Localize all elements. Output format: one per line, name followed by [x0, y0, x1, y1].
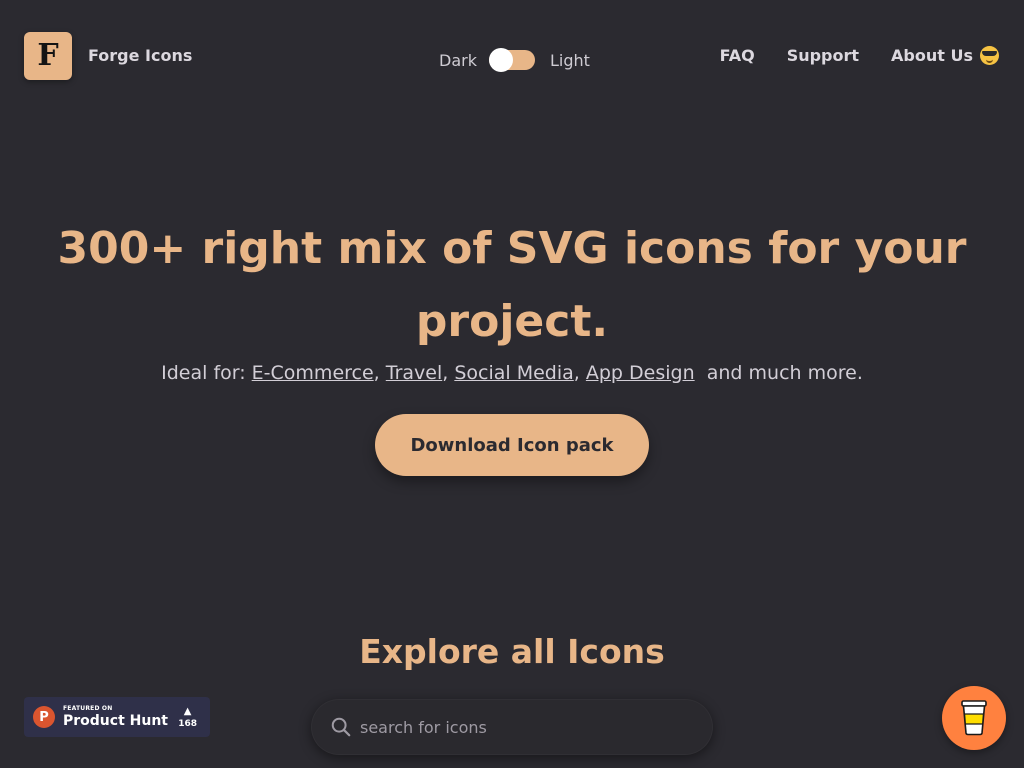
nav-support[interactable]: Support [787, 46, 859, 65]
download-icon-pack-button[interactable]: Download Icon pack [375, 414, 649, 476]
coffee-cup-icon [961, 700, 987, 736]
page: F Forge Icons Dark Light FAQ Support Abo… [0, 0, 1024, 768]
hero-title: 300+ right mix of SVG icons for your pro… [0, 212, 1024, 358]
theme-toggle-knob [488, 48, 513, 72]
brand-logo[interactable]: F [24, 32, 72, 80]
brand-logo-letter: F [37, 38, 59, 73]
product-hunt-name: Product Hunt [63, 713, 168, 729]
category-link-travel[interactable]: Travel [386, 362, 442, 384]
ideal-for-line: Ideal for: E-Commerce, Travel, Social Me… [161, 362, 863, 384]
search-icon [331, 717, 351, 737]
hero-title-line1: 300+ right mix of SVG icons for your [57, 223, 967, 274]
ideal-prefix: Ideal for: [161, 362, 252, 384]
theme-light-label: Light [549, 50, 590, 70]
brand-name[interactable]: Forge Icons [88, 46, 192, 65]
search-bar [311, 699, 713, 755]
product-hunt-logo-icon: P [33, 706, 55, 728]
buy-me-coffee-button[interactable] [942, 686, 1006, 750]
hero-title-line2: project. [415, 296, 609, 347]
sunglasses-emoji-icon [980, 46, 999, 65]
ideal-suffix: and much more. [706, 362, 863, 384]
nav-faq[interactable]: FAQ [720, 46, 755, 65]
explore-title: Explore all Icons [359, 632, 665, 671]
nav-about-us[interactable]: About Us [891, 46, 999, 65]
top-nav: FAQ Support About Us [688, 46, 999, 65]
theme-switch: Dark Light [439, 48, 590, 72]
product-hunt-badge[interactable]: P FEATURED ON Product Hunt ▲ 168 [24, 697, 210, 737]
product-hunt-votes: ▲ 168 [178, 706, 197, 729]
category-link-social-media[interactable]: Social Media [454, 362, 573, 384]
product-hunt-vote-count: 168 [178, 718, 197, 729]
category-link-app-design[interactable]: App Design [586, 362, 695, 384]
theme-dark-label: Dark [439, 50, 477, 70]
category-link-ecommerce[interactable]: E-Commerce [252, 362, 374, 384]
upvote-arrow-icon: ▲ [183, 705, 192, 717]
nav-about-label: About Us [891, 46, 973, 65]
theme-toggle[interactable] [488, 48, 535, 72]
product-hunt-text: FEATURED ON Product Hunt [63, 705, 168, 729]
product-hunt-featured: FEATURED ON [63, 705, 113, 712]
search-input[interactable] [360, 717, 680, 737]
